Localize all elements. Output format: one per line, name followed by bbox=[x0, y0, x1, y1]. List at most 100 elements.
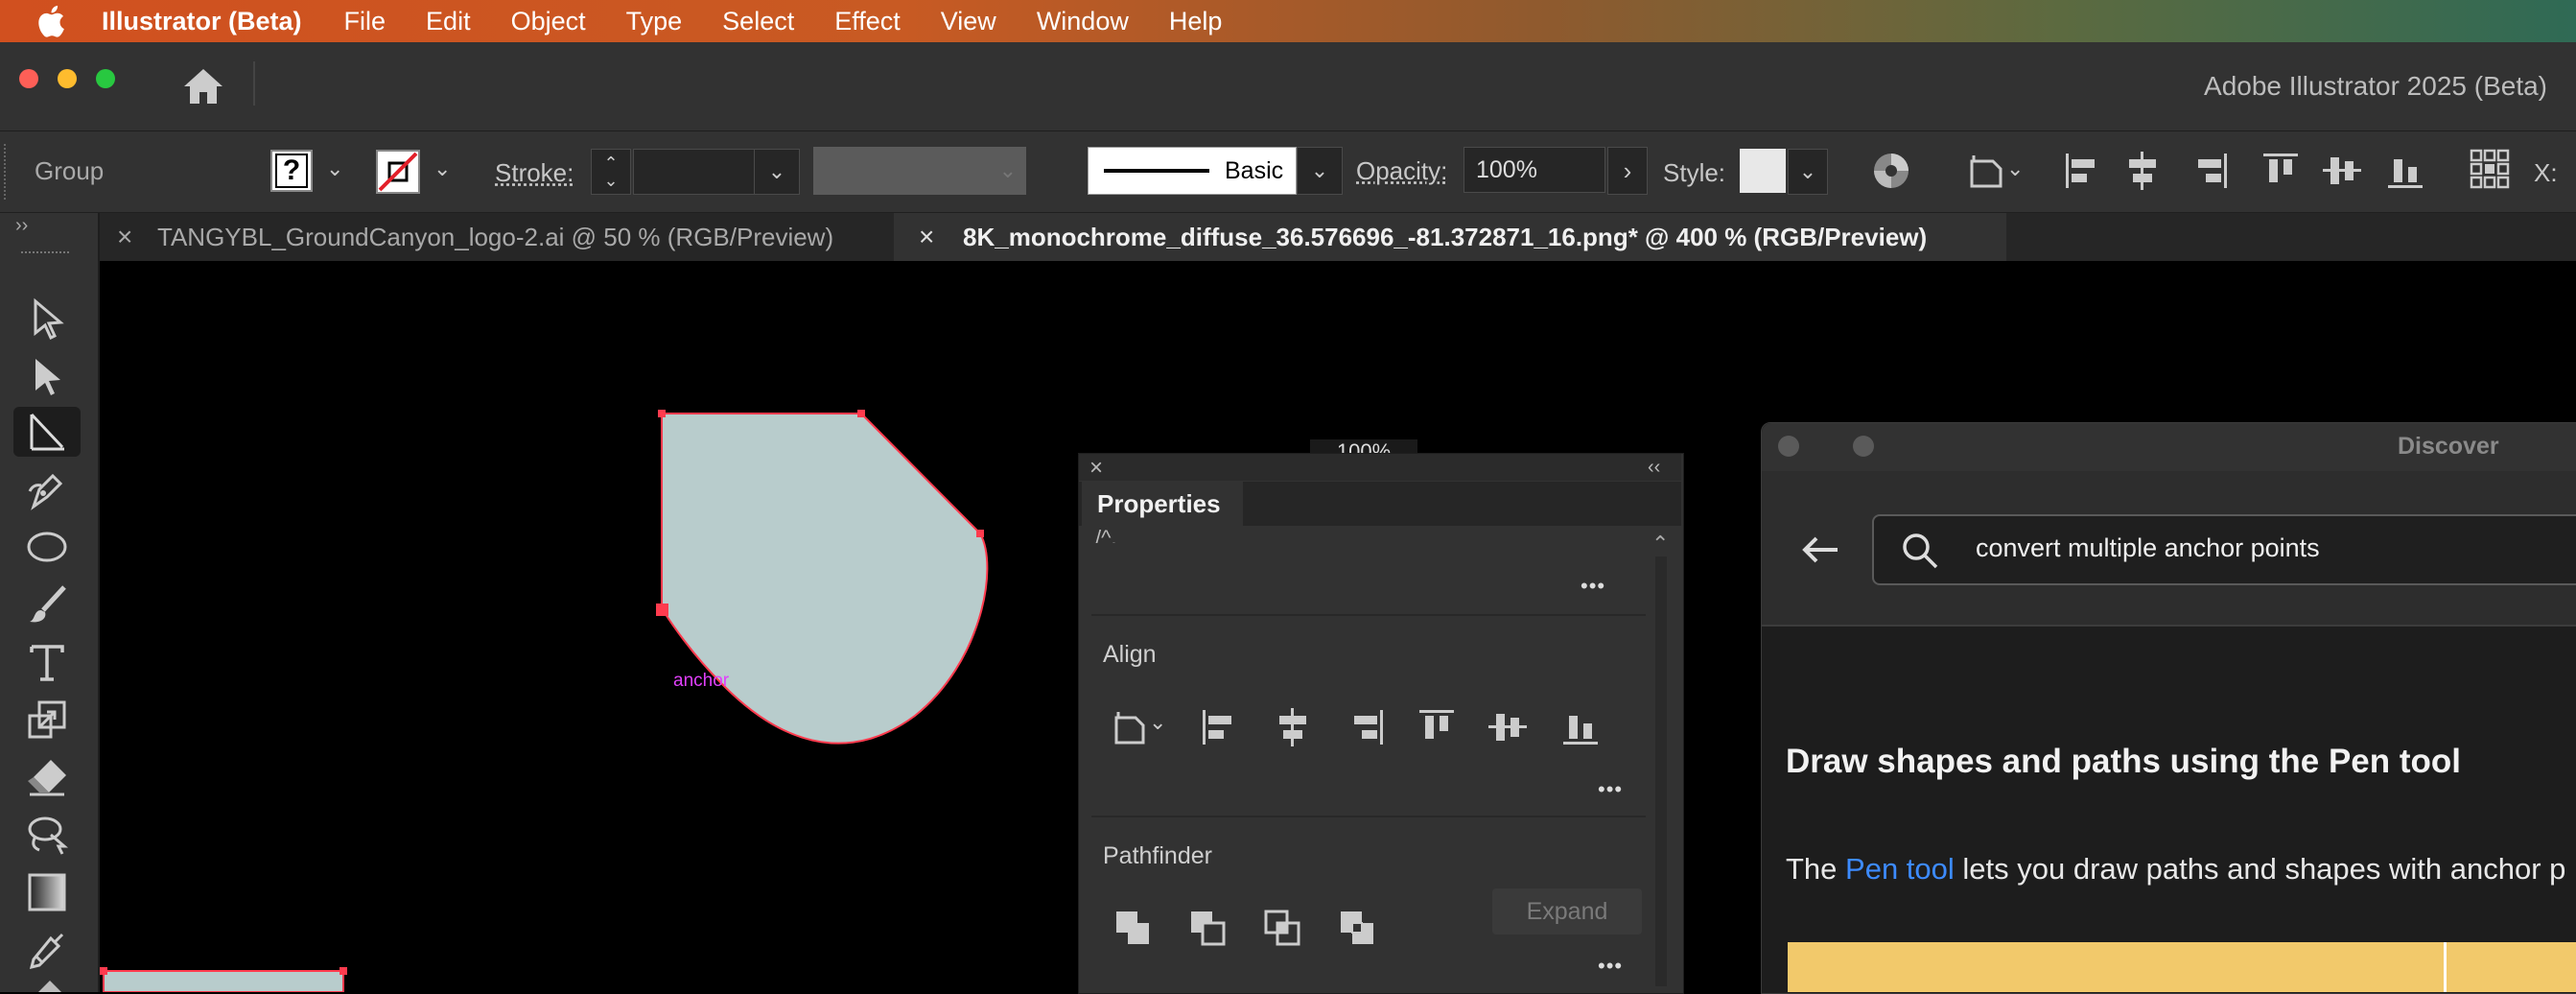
menu-file[interactable]: File bbox=[344, 7, 386, 36]
panel-align-left-icon[interactable] bbox=[1199, 706, 1241, 753]
panel-align-middle-icon[interactable] bbox=[1487, 706, 1529, 753]
eraser-tool[interactable] bbox=[13, 752, 81, 802]
pathfinder-intersect-icon[interactable] bbox=[1262, 908, 1304, 955]
pathfinder-unite-icon[interactable] bbox=[1112, 908, 1155, 955]
tab-2-label[interactable]: 8K_monochrome_diffuse_36.576696_-81.3728… bbox=[963, 213, 1927, 261]
horizontal-align-center-icon[interactable] bbox=[2121, 150, 2164, 197]
brush-definition[interactable]: Basic bbox=[1088, 147, 1297, 195]
anchor-point-left-selected[interactable] bbox=[656, 604, 668, 616]
stroke-weight-dropdown[interactable]: ⌄ bbox=[754, 149, 800, 195]
gradient-tool[interactable] bbox=[13, 867, 81, 917]
tab-1-label[interactable]: TANGYBL_GroundCanyon_logo-2.ai @ 50 % (R… bbox=[157, 213, 833, 261]
fill-swatch[interactable]: ? bbox=[270, 150, 313, 192]
brush-dropdown[interactable]: ⌄ bbox=[1297, 147, 1343, 195]
menu-effect[interactable]: Effect bbox=[834, 7, 901, 36]
expand-button[interactable]: Expand bbox=[1492, 888, 1642, 935]
tab-properties[interactable]: Properties bbox=[1082, 482, 1243, 526]
graphic-style-dropdown[interactable]: ⌄ bbox=[1788, 149, 1828, 195]
vertical-align-top-icon[interactable] bbox=[2260, 150, 2302, 197]
align-to-selection-icon[interactable] bbox=[1966, 150, 2008, 197]
recolor-artwork-icon[interactable] bbox=[1870, 150, 1912, 197]
zoom-window-button[interactable] bbox=[96, 69, 115, 88]
stroke-swatch-dropdown-icon[interactable]: ⌄ bbox=[433, 156, 451, 181]
transform-reference-point-icon[interactable] bbox=[2469, 148, 2511, 195]
opacity-label[interactable]: Opacity: bbox=[1356, 156, 1447, 186]
menu-view[interactable]: View bbox=[941, 7, 996, 36]
properties-collapse-icon[interactable]: ‹‹ bbox=[1648, 457, 1660, 479]
direct-selection-tool[interactable] bbox=[13, 351, 81, 401]
discover-close-button[interactable] bbox=[1778, 436, 1799, 457]
fill-dropdown-icon[interactable]: ⌄ bbox=[326, 156, 343, 181]
back-arrow-icon[interactable] bbox=[1799, 529, 1841, 576]
stroke-weight-input[interactable] bbox=[633, 149, 756, 195]
selected-shape[interactable] bbox=[661, 413, 989, 745]
align-to-icon[interactable] bbox=[1111, 706, 1153, 753]
pathfinder-exclude-icon[interactable] bbox=[1337, 908, 1379, 955]
fill-unknown-value: ? bbox=[275, 154, 308, 188]
pen-tool[interactable] bbox=[13, 464, 81, 514]
menu-select[interactable]: Select bbox=[722, 7, 794, 36]
opacity-input[interactable]: 100% bbox=[1464, 147, 1605, 193]
eyedropper-tool[interactable] bbox=[13, 925, 81, 975]
stroke-label[interactable]: Stroke: bbox=[495, 158, 574, 188]
align-to-dropdown-icon[interactable]: ⌄ bbox=[2006, 156, 2024, 181]
anchor-point-lower-right[interactable] bbox=[340, 967, 347, 975]
minimize-window-button[interactable] bbox=[58, 69, 77, 88]
lasso-tool[interactable] bbox=[13, 810, 81, 860]
section-more-button[interactable]: ••• bbox=[1581, 574, 1605, 599]
pathfinder-more-button[interactable]: ••• bbox=[1598, 954, 1623, 979]
artboard-canvas[interactable] bbox=[98, 261, 1078, 992]
opacity-expand-button[interactable]: › bbox=[1607, 147, 1648, 195]
menu-help[interactable]: Help bbox=[1169, 7, 1223, 36]
vertical-align-center-icon[interactable] bbox=[2321, 150, 2363, 197]
align-to-chevron-icon[interactable]: ⌄ bbox=[1149, 710, 1166, 735]
stepper-up-icon[interactable]: ⌃ bbox=[603, 154, 618, 172]
properties-close-icon[interactable]: × bbox=[1089, 455, 1103, 482]
type-tool[interactable] bbox=[13, 637, 81, 687]
home-icon[interactable] bbox=[182, 65, 224, 112]
discover-search-input[interactable]: convert multiple anchor points bbox=[1872, 514, 2576, 585]
anchor-point-top-right[interactable] bbox=[857, 410, 865, 417]
tab-2-close-icon[interactable]: × bbox=[919, 213, 934, 261]
expand-button-label: Expand bbox=[1526, 897, 1608, 925]
tools-panel-collapse-icon[interactable]: ›› bbox=[15, 215, 28, 237]
article-body: The Pen tool lets you draw paths and sha… bbox=[1786, 852, 2565, 887]
discover-minimize-button[interactable] bbox=[1853, 436, 1874, 457]
menu-type[interactable]: Type bbox=[626, 7, 683, 36]
tab-1-close-icon[interactable]: × bbox=[117, 213, 132, 261]
properties-scrollbar[interactable] bbox=[1655, 556, 1667, 986]
anchor-point-lower-left[interactable] bbox=[100, 967, 107, 975]
menu-window[interactable]: Window bbox=[1037, 7, 1129, 36]
article-banner-image bbox=[1788, 942, 2576, 992]
properties-scroll-up-icon[interactable]: ⌃ bbox=[1651, 532, 1669, 556]
menu-app-name[interactable]: Illustrator (Beta) bbox=[102, 7, 302, 36]
close-window-button[interactable] bbox=[19, 69, 38, 88]
panel-align-center-icon[interactable] bbox=[1272, 706, 1314, 753]
panel-align-right-icon[interactable] bbox=[1345, 706, 1387, 753]
vertical-align-bottom-icon[interactable] bbox=[2384, 150, 2426, 197]
variable-width-profile[interactable]: ⌄ bbox=[813, 147, 1026, 195]
menu-object[interactable]: Object bbox=[511, 7, 586, 36]
horizontal-align-left-icon[interactable] bbox=[2062, 150, 2104, 197]
second-shape-edge[interactable] bbox=[103, 970, 344, 992]
scale-tool[interactable] bbox=[13, 695, 81, 745]
horizontal-align-right-icon[interactable] bbox=[2189, 150, 2231, 197]
pen-tool-link[interactable]: Pen tool bbox=[1845, 852, 1955, 886]
graphic-style-swatch[interactable] bbox=[1740, 149, 1786, 193]
selection-tool[interactable] bbox=[13, 294, 81, 343]
stroke-swatch[interactable] bbox=[376, 150, 420, 194]
stepper-down-icon[interactable]: ⌄ bbox=[603, 172, 618, 189]
menu-edit[interactable]: Edit bbox=[426, 7, 471, 36]
stroke-weight-stepper[interactable]: ⌃ ⌄ bbox=[591, 149, 631, 195]
anchor-point-top-left[interactable] bbox=[658, 410, 666, 417]
anchor-point-right[interactable] bbox=[976, 530, 984, 537]
ellipse-tool[interactable] bbox=[13, 522, 81, 572]
panel-align-bottom-icon[interactable] bbox=[1559, 706, 1602, 753]
paintbrush-tool[interactable] bbox=[13, 580, 81, 629]
apple-icon[interactable] bbox=[36, 5, 65, 37]
line-segment-tool[interactable] bbox=[13, 407, 81, 457]
panel-align-top-icon[interactable] bbox=[1416, 706, 1458, 753]
ellipse-icon bbox=[27, 532, 67, 562]
align-more-button[interactable]: ••• bbox=[1598, 777, 1623, 802]
pathfinder-minus-front-icon[interactable] bbox=[1187, 908, 1229, 955]
